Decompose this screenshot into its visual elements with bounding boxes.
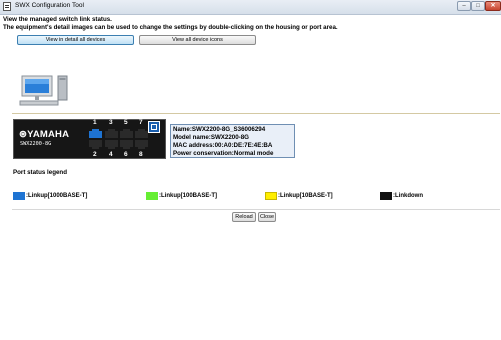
- reload-button[interactable]: Reload: [232, 212, 256, 222]
- port-number-label: 1: [93, 119, 97, 126]
- port-number-label: 7: [139, 119, 143, 126]
- port-8[interactable]: [135, 140, 148, 149]
- device-mac-address: MAC address:00:A0:DE:7E:4E:BA: [173, 142, 273, 149]
- legend-item-1000: :Linkup[1000BASE-T]: [13, 192, 87, 202]
- intro-line-1: View the managed switch link status.: [3, 16, 112, 23]
- legend-item-10: :Linkup[10BASE-T]: [265, 192, 333, 202]
- legend-title: Port status legend: [13, 169, 67, 176]
- device-info-box: Name:SWX2200-8G_S36006294 Model name:SWX…: [170, 124, 295, 158]
- app-icon: [3, 2, 11, 11]
- legend-item-linkdown: :Linkdown: [380, 192, 423, 202]
- port-1[interactable]: [89, 129, 102, 138]
- brand-logo: ⊛YAMAHA: [19, 129, 70, 140]
- port-6[interactable]: [120, 140, 133, 149]
- legend-swatch-blue: [13, 192, 25, 200]
- maximize-button[interactable]: □: [471, 1, 485, 11]
- port-number-label: 5: [124, 119, 128, 126]
- legend-label: :Linkup[10BASE-T]: [278, 193, 333, 199]
- port-5[interactable]: [120, 129, 133, 138]
- section-divider: [12, 113, 500, 114]
- port-7[interactable]: [135, 129, 148, 138]
- device-model-name: Model name:SWX2200-8G: [173, 134, 249, 141]
- close-window-button[interactable]: ✕: [485, 1, 501, 11]
- legend-swatch-black: [380, 192, 392, 200]
- computer-icon[interactable]: [18, 74, 70, 108]
- model-label: SWX2200-8G: [20, 141, 52, 147]
- legend-label: :Linkup[1000BASE-T]: [26, 193, 88, 199]
- switch-device[interactable]: ⊛YAMAHA SWX2200-8G 1 3 5 7 2 4 6 8: [13, 119, 166, 159]
- footer-divider: [12, 209, 500, 210]
- port-4[interactable]: [105, 140, 118, 149]
- monitor-icon[interactable]: [148, 121, 160, 133]
- minimize-button[interactable]: –: [457, 1, 471, 11]
- window-title: SWX Configuration Tool: [15, 2, 84, 9]
- legend-swatch-yellow: [265, 192, 277, 200]
- legend-item-100: :Linkup[100BASE-T]: [146, 192, 217, 202]
- port-number-label: 8: [139, 151, 143, 158]
- device-name: Name:SWX2200-8G_S36006294: [173, 126, 266, 133]
- intro-line-2: The equipment's detail images can be use…: [3, 24, 338, 31]
- port-2[interactable]: [89, 140, 102, 149]
- legend-swatch-green: [146, 192, 158, 200]
- title-bar: SWX Configuration Tool – □ ✕: [0, 0, 501, 15]
- legend-label: :Linkup[100BASE-T]: [159, 193, 218, 199]
- port-number-label: 2: [93, 151, 97, 158]
- close-button[interactable]: Close: [258, 212, 276, 222]
- view-icons-button[interactable]: View all device icons: [139, 35, 256, 45]
- port-number-label: 4: [109, 151, 113, 158]
- view-detail-button[interactable]: View in detail all devices: [17, 35, 134, 45]
- port-number-label: 3: [109, 119, 113, 126]
- port-number-label: 6: [124, 151, 128, 158]
- device-power-conservation: Power conservation:Normal mode: [173, 150, 274, 157]
- port-3[interactable]: [105, 129, 118, 138]
- legend-label: :Linkdown: [393, 193, 423, 199]
